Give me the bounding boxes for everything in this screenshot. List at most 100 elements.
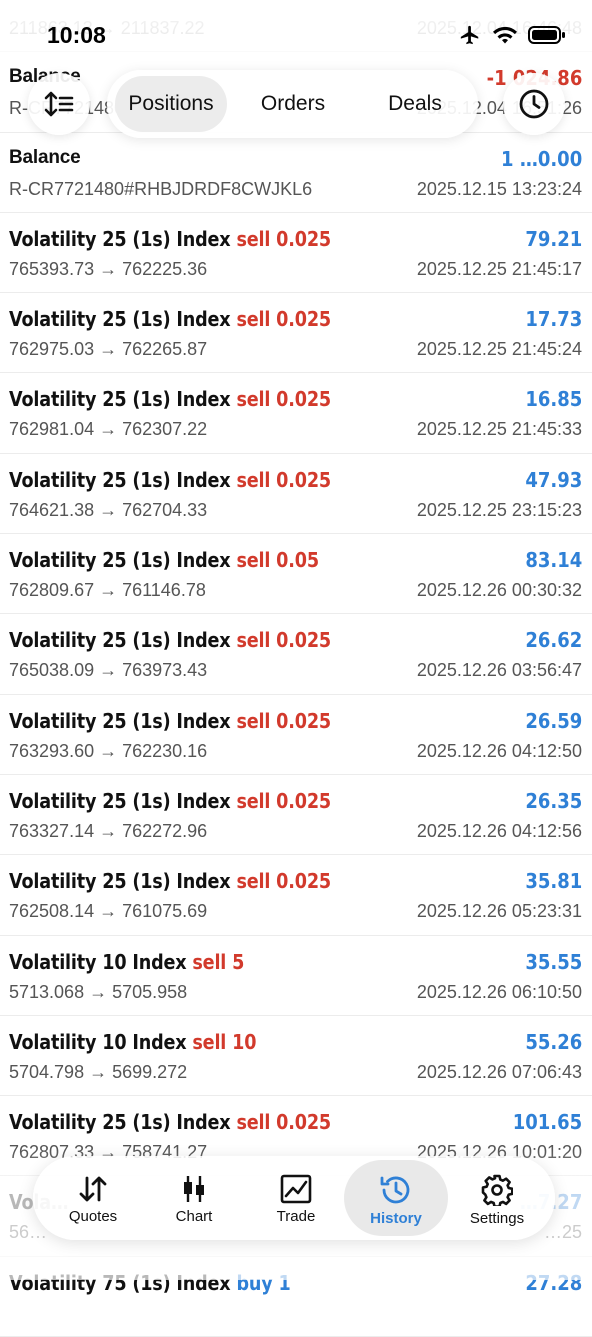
bottom-tab-bar: Quotes Chart Trade History Settings <box>33 1156 555 1240</box>
airplane-icon <box>460 25 479 45</box>
deal-row[interactable]: Volatility 10 Index sell 5 35.55 5713.068 … <box>0 936 592 1016</box>
deal-time: 2025.12.26 05:23:31 <box>416 901 582 922</box>
deal-prices: 765038.09 → 763973.43 <box>9 660 208 681</box>
deal-row[interactable]: Volatility 25 (1s) Index sell 0.025 47.93… <box>0 454 592 535</box>
symbol-name: Volatility 25 (1s) Index <box>9 869 231 894</box>
period-button[interactable] <box>503 73 565 135</box>
deal-title: Volatility 10 Index sell 10 <box>9 1030 256 1054</box>
deal-side: sell <box>236 788 271 813</box>
deal-profit: 16.85 <box>525 387 582 412</box>
deal-side: sell <box>236 628 271 653</box>
deal-title: Volatility 25 (1s) Index sell 0.05 <box>9 548 319 572</box>
deal-profit: 1 …0.00 <box>500 146 582 171</box>
sort-icon <box>44 91 74 117</box>
symbol-name: Volatility 10 Index <box>9 949 187 974</box>
deal-row[interactable]: Volatility 25 (1s) Index sell 0.025 26.59… <box>0 695 592 775</box>
tab-history-label: History <box>370 1210 422 1227</box>
tab-quotes[interactable]: Quotes <box>41 1160 145 1236</box>
tab-trade[interactable]: Trade <box>244 1160 348 1236</box>
deal-volume: 0.025 <box>276 1110 331 1135</box>
deal-title: Volatility 25 (1s) Index sell 0.025 <box>9 307 331 331</box>
deal-volume: 10 <box>232 1029 257 1054</box>
deal-prices: 763293.60 → 762230.16 <box>9 740 208 761</box>
tab-trade-label: Trade <box>276 1208 316 1225</box>
deal-profit: 83.14 <box>525 548 582 573</box>
deal-profit: 55.26 <box>525 1029 582 1054</box>
deal-profit: 35.55 <box>525 949 582 974</box>
symbol-name: Volatility 25 (1s) Index <box>9 1110 231 1135</box>
deal-side: sell <box>236 307 271 332</box>
history-list[interactable]: 211863.13 → 211837.222025.12.04 16:46:48… <box>0 0 592 1337</box>
deal-profit: 79.21 <box>525 226 582 251</box>
deal-title: Volatility 25 (1s) Index sell 0.025 <box>9 709 331 733</box>
deal-title: Balance <box>9 146 81 169</box>
deal-side: sell <box>236 708 271 733</box>
deal-side: sell <box>236 869 271 894</box>
quotes-arrows-icon <box>79 1176 107 1202</box>
deal-title: Volatility 25 (1s) Index sell 0.025 <box>9 869 331 893</box>
tab-chart[interactable]: Chart <box>142 1160 246 1236</box>
deal-time: 2025.12.25 21:45:33 <box>416 419 582 440</box>
deal-row[interactable]: Volatility 25 (1s) Index sell 0.05 83.14 7… <box>0 534 592 615</box>
deal-row[interactable]: Volatility 25 (1s) Index sell 0.025 26.35… <box>0 775 592 856</box>
deal-side: sell <box>236 467 271 492</box>
deal-volume: 0.05 <box>276 548 319 573</box>
deal-row[interactable]: Volatility 25 (1s) Index sell 0.025 35.81… <box>0 855 592 936</box>
deal-profit: 26.59 <box>525 708 582 733</box>
deal-row[interactable]: Volatility 25 (1s) Index sell 0.025 79.21… <box>0 213 592 294</box>
deal-side: sell <box>236 226 271 251</box>
deal-prices: 765393.73 → 762225.36 <box>9 258 208 279</box>
deal-row[interactable]: Volatility 25 (1s) Index sell 0.025 26.62… <box>0 614 592 695</box>
symbol-name: Volatility 25 (1s) Index <box>9 628 231 653</box>
history-clock-icon <box>380 1176 410 1204</box>
deal-prices: 762809.67 → 761146.78 <box>9 580 206 601</box>
clock-icon <box>519 89 549 119</box>
deal-volume: 5 <box>232 949 245 974</box>
tab-positions[interactable]: Positions <box>115 76 227 132</box>
deal-profit: 35.81 <box>525 869 582 894</box>
deal-prices: R-CR7721480#RHBJDRDF8CWJKL6 <box>9 178 313 199</box>
symbol-name: Volatility 25 (1s) Index <box>9 548 231 573</box>
deal-title: Volatility 10 Index sell 5 <box>9 950 244 974</box>
status-icons <box>458 24 566 46</box>
symbol-name: Volatility 25 (1s) Index <box>9 788 231 813</box>
symbol-name: Volatility 25 (1s) Index <box>9 708 231 733</box>
deal-time: 2025.12.25 21:45:24 <box>416 339 582 360</box>
deal-profit: 26.35 <box>525 788 582 813</box>
symbol-name: Volatility 25 (1s) Index <box>9 467 231 492</box>
tab-settings[interactable]: Settings <box>445 1160 549 1236</box>
tab-history[interactable]: History <box>344 1160 448 1236</box>
deal-prices: 5704.798 → 5699.272 <box>9 1061 188 1082</box>
candlestick-icon <box>184 1176 204 1202</box>
sort-button[interactable] <box>28 73 90 135</box>
deal-time: 2025.12.25 21:45:17 <box>416 258 582 279</box>
deal-prices: 5713.068 → 5705.958 <box>9 981 188 1002</box>
deal-row[interactable]: Volatility 10 Index sell 10 55.26 5704.798… <box>0 1016 592 1097</box>
status-bar: 10:08 <box>0 0 592 70</box>
deal-prices: 762981.04 → 762307.22 <box>9 419 208 440</box>
deal-prices: 762508.14 → 761075.69 <box>9 901 208 922</box>
deal-time: 2025.12.15 13:23:24 <box>416 178 582 199</box>
deal-time: 2025.12.26 07:06:43 <box>416 1061 582 1082</box>
symbol-name: Balance <box>9 146 81 168</box>
deal-side: sell <box>236 387 271 412</box>
deal-volume: 0.025 <box>276 628 331 653</box>
deal-prices: 764621.38 → 762704.33 <box>9 499 208 520</box>
symbol-name: Volatility 25 (1s) Index <box>9 226 231 251</box>
symbol-name: Volatility 25 (1s) Index <box>9 307 231 332</box>
top-toolbar: Positions Orders Deals <box>0 68 592 146</box>
deal-time: 2025.12.26 04:12:50 <box>416 740 582 761</box>
deal-side: sell <box>236 548 271 573</box>
deal-time: 2025.12.26 03:56:47 <box>416 660 582 681</box>
deal-row[interactable]: Volatility 25 (1s) Index sell 0.025 17.73… <box>0 293 592 374</box>
tab-chart-label: Chart <box>175 1208 213 1225</box>
deal-row[interactable]: Volatility 25 (1s) Index sell 0.025 16.85… <box>0 373 592 454</box>
deal-time: 2025.12.26 00:30:32 <box>416 580 582 601</box>
tab-deals[interactable]: Deals <box>359 76 471 132</box>
deal-prices: 763327.14 → 762272.96 <box>9 820 208 841</box>
deal-volume: 0.025 <box>276 467 331 492</box>
tab-orders[interactable]: Orders <box>237 76 349 132</box>
tab-quotes-label: Quotes <box>68 1208 118 1225</box>
segmented-control: Positions Orders Deals <box>107 70 478 138</box>
deal-volume: 0.025 <box>276 226 331 251</box>
